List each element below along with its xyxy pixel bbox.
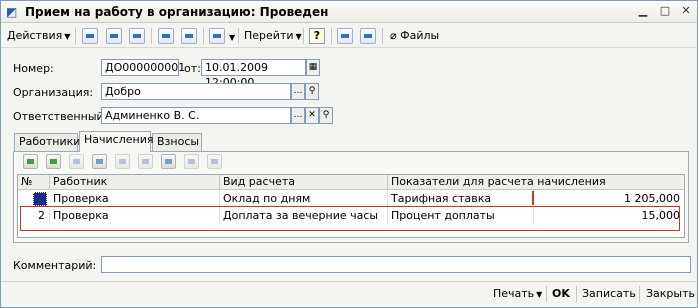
toolbar-divider <box>382 28 383 44</box>
chevron-down-icon: ▼ <box>64 32 71 41</box>
comment-label: Комментарий: <box>13 259 97 272</box>
date-label: от: <box>184 62 201 75</box>
unpost-document-icon[interactable] <box>181 28 197 44</box>
footer-divider <box>546 286 547 302</box>
chevron-down-icon: ▼ <box>536 290 543 299</box>
number-label: Номер: <box>13 62 54 75</box>
end-edit-icon[interactable] <box>115 154 130 169</box>
select-ellipsis-button[interactable]: … <box>291 83 305 100</box>
goto-label: Перейти <box>244 29 294 42</box>
refresh-icon[interactable] <box>129 28 145 44</box>
toolbar: Действия ▼ ▼ Перейти ▼ ? ⌀ Файлы <box>1 24 697 48</box>
highlight-rectangle <box>20 206 680 231</box>
files-label: Файлы <box>400 29 440 42</box>
title-bar: ◩ Прием на работу в организацию: Проведе… <box>1 1 697 23</box>
org-label: Организация: <box>13 86 94 99</box>
table-header: № Работник Вид расчета Показатели для ра… <box>18 175 684 190</box>
edit-row-icon[interactable] <box>69 154 84 169</box>
toolbar-divider <box>331 28 332 44</box>
open-search-icon[interactable]: ⚲ <box>305 83 319 100</box>
select-ellipsis-button[interactable]: … <box>291 107 305 124</box>
maximize-icon[interactable]: □ <box>657 4 673 19</box>
minimize-icon[interactable]: ▁ <box>635 4 651 19</box>
calendar-icon[interactable]: ▦ <box>306 59 320 76</box>
goto-menu-button[interactable]: Перейти ▼ <box>244 27 302 45</box>
chevron-down-icon[interactable]: ▼ <box>229 33 235 42</box>
column-header-calc-type[interactable]: Вид расчета <box>220 175 388 190</box>
window-title: Прием на работу в организацию: Проведен <box>25 5 329 19</box>
tab-accruals[interactable]: Начисления <box>79 131 153 152</box>
comment-field[interactable] <box>101 256 691 273</box>
column-header-indicators[interactable]: Показатели для расчета начисления <box>388 175 684 190</box>
list-view-icon[interactable] <box>337 28 353 44</box>
print-label: Печать <box>493 287 535 300</box>
help-button[interactable]: ? <box>309 28 325 44</box>
footer-divider <box>639 286 640 302</box>
toolbar-divider <box>151 28 152 44</box>
move-up-icon[interactable] <box>138 154 153 169</box>
toolbar-divider <box>75 28 76 44</box>
column-header-employee[interactable]: Работник <box>50 175 220 190</box>
number-field[interactable]: ДО000000001 <box>101 59 185 76</box>
move-down-icon[interactable] <box>161 154 176 169</box>
actions-menu-button[interactable]: Действия ▼ <box>7 27 70 45</box>
files-button[interactable]: ⌀ Файлы <box>390 27 439 45</box>
toolbar-divider <box>303 28 304 44</box>
toolbar-divider <box>238 28 239 44</box>
column-header-number[interactable]: № <box>18 175 50 190</box>
print-menu-button[interactable]: Печать ▼ <box>493 285 542 303</box>
clear-icon[interactable]: ✕ <box>305 107 319 124</box>
chevron-down-icon: ▼ <box>295 32 302 41</box>
close-icon[interactable]: ✕ <box>678 4 694 19</box>
tree-view-icon[interactable] <box>360 28 376 44</box>
tab-employees[interactable]: Работники <box>14 133 80 151</box>
toolbar-divider <box>203 28 204 44</box>
back-arrow-icon[interactable] <box>82 28 98 44</box>
row-selected-marker <box>33 192 47 206</box>
ok-button[interactable]: OK <box>552 285 570 303</box>
save-button[interactable]: Записать <box>582 285 636 303</box>
actions-label: Действия <box>7 29 63 42</box>
footer-divider <box>576 286 577 302</box>
structure-icon[interactable] <box>106 28 122 44</box>
date-field[interactable]: 10.01.2009 12:00:00 <box>201 59 306 89</box>
document-icon: ◩ <box>6 5 18 19</box>
sort-descending-icon[interactable] <box>207 154 222 169</box>
open-search-icon[interactable]: ⚲ <box>319 107 333 124</box>
sort-ascending-icon[interactable] <box>184 154 199 169</box>
post-document-icon[interactable] <box>158 28 174 44</box>
add-row-icon[interactable] <box>23 154 38 169</box>
copy-row-icon[interactable] <box>46 154 61 169</box>
close-button[interactable]: Закрыть <box>646 285 695 303</box>
based-on-icon[interactable] <box>209 28 225 44</box>
responsible-label: Ответственный: <box>13 110 108 123</box>
responsible-field[interactable]: Админенко В. С. <box>101 107 291 124</box>
delete-row-icon[interactable] <box>92 154 107 169</box>
document-window: ◩ Прием на работу в организацию: Проведе… <box>0 0 698 308</box>
highlight-line <box>532 191 534 205</box>
organization-field[interactable]: Добро <box>101 83 291 100</box>
paperclip-icon: ⌀ <box>390 29 397 42</box>
tab-contributions[interactable]: Взносы <box>152 133 202 151</box>
